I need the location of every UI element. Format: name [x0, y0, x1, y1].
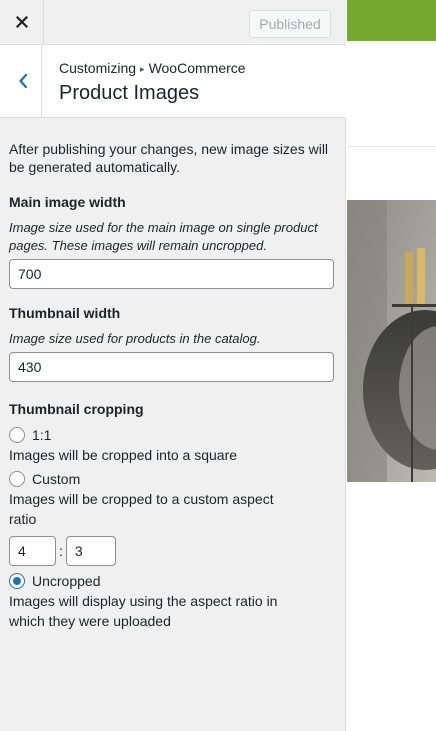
ratio-width-input[interactable]: [9, 536, 56, 566]
site-preview: [347, 0, 436, 731]
radio-square[interactable]: [9, 427, 25, 443]
breadcrumb-current: WooCommerce: [148, 60, 246, 76]
thumbnail-width-description: Image size used for products in the cata…: [9, 331, 261, 346]
chevron-left-icon: [18, 73, 27, 89]
radio-uncropped[interactable]: [9, 573, 25, 589]
customizer-sidebar: Published Customizing ▸ WooCommerce Produc…: [0, 0, 346, 731]
radio-square-label: 1:1: [32, 427, 52, 443]
radio-custom-label: Custom: [32, 471, 81, 487]
breadcrumb: Customizing ▸ WooCommerce: [59, 60, 246, 76]
cropping-option-uncropped[interactable]: Uncropped: [9, 573, 335, 589]
cropping-option-square[interactable]: 1:1: [9, 427, 335, 443]
back-button[interactable]: [0, 45, 42, 117]
section-header: Customizing ▸ WooCommerce Product Images: [0, 45, 346, 118]
ratio-separator: :: [59, 543, 63, 559]
breadcrumb-parent: Customizing: [59, 60, 137, 76]
customizer-topbar: Published: [0, 0, 346, 45]
publish-notice: After publishing your changes, new image…: [9, 141, 329, 175]
main-image-width-title: Main image width: [9, 194, 126, 210]
close-icon: [15, 16, 28, 28]
radio-uncropped-label: Uncropped: [32, 573, 101, 589]
close-button[interactable]: [0, 0, 44, 44]
thumbnail-width-title: Thumbnail width: [9, 305, 121, 321]
preview-header-bar: [347, 0, 436, 41]
radio-custom[interactable]: [9, 471, 25, 487]
main-image-width-description: Image size used for the main image on si…: [9, 220, 318, 253]
main-image-width-input[interactable]: [9, 259, 334, 289]
publish-button[interactable]: Published: [249, 10, 331, 38]
radio-square-description: Images will be cropped into a square: [9, 447, 238, 463]
custom-ratio-fields: :: [9, 536, 335, 566]
ratio-height-input[interactable]: [65, 536, 116, 566]
product-photo: [347, 200, 436, 482]
radio-custom-description: Images will be cropped to a custom aspec…: [9, 491, 274, 527]
cropping-option-custom[interactable]: Custom: [9, 471, 335, 487]
controls-panel: After publishing your changes, new image…: [9, 140, 335, 631]
radio-uncropped-description: Images will display using the aspect rat…: [9, 593, 278, 629]
section-title: Product Images: [59, 82, 200, 104]
breadcrumb-separator: ▸: [140, 64, 145, 74]
thumbnail-cropping-title: Thumbnail cropping: [9, 401, 144, 417]
preview-divider: [347, 146, 436, 147]
thumbnail-width-input[interactable]: [9, 352, 334, 382]
